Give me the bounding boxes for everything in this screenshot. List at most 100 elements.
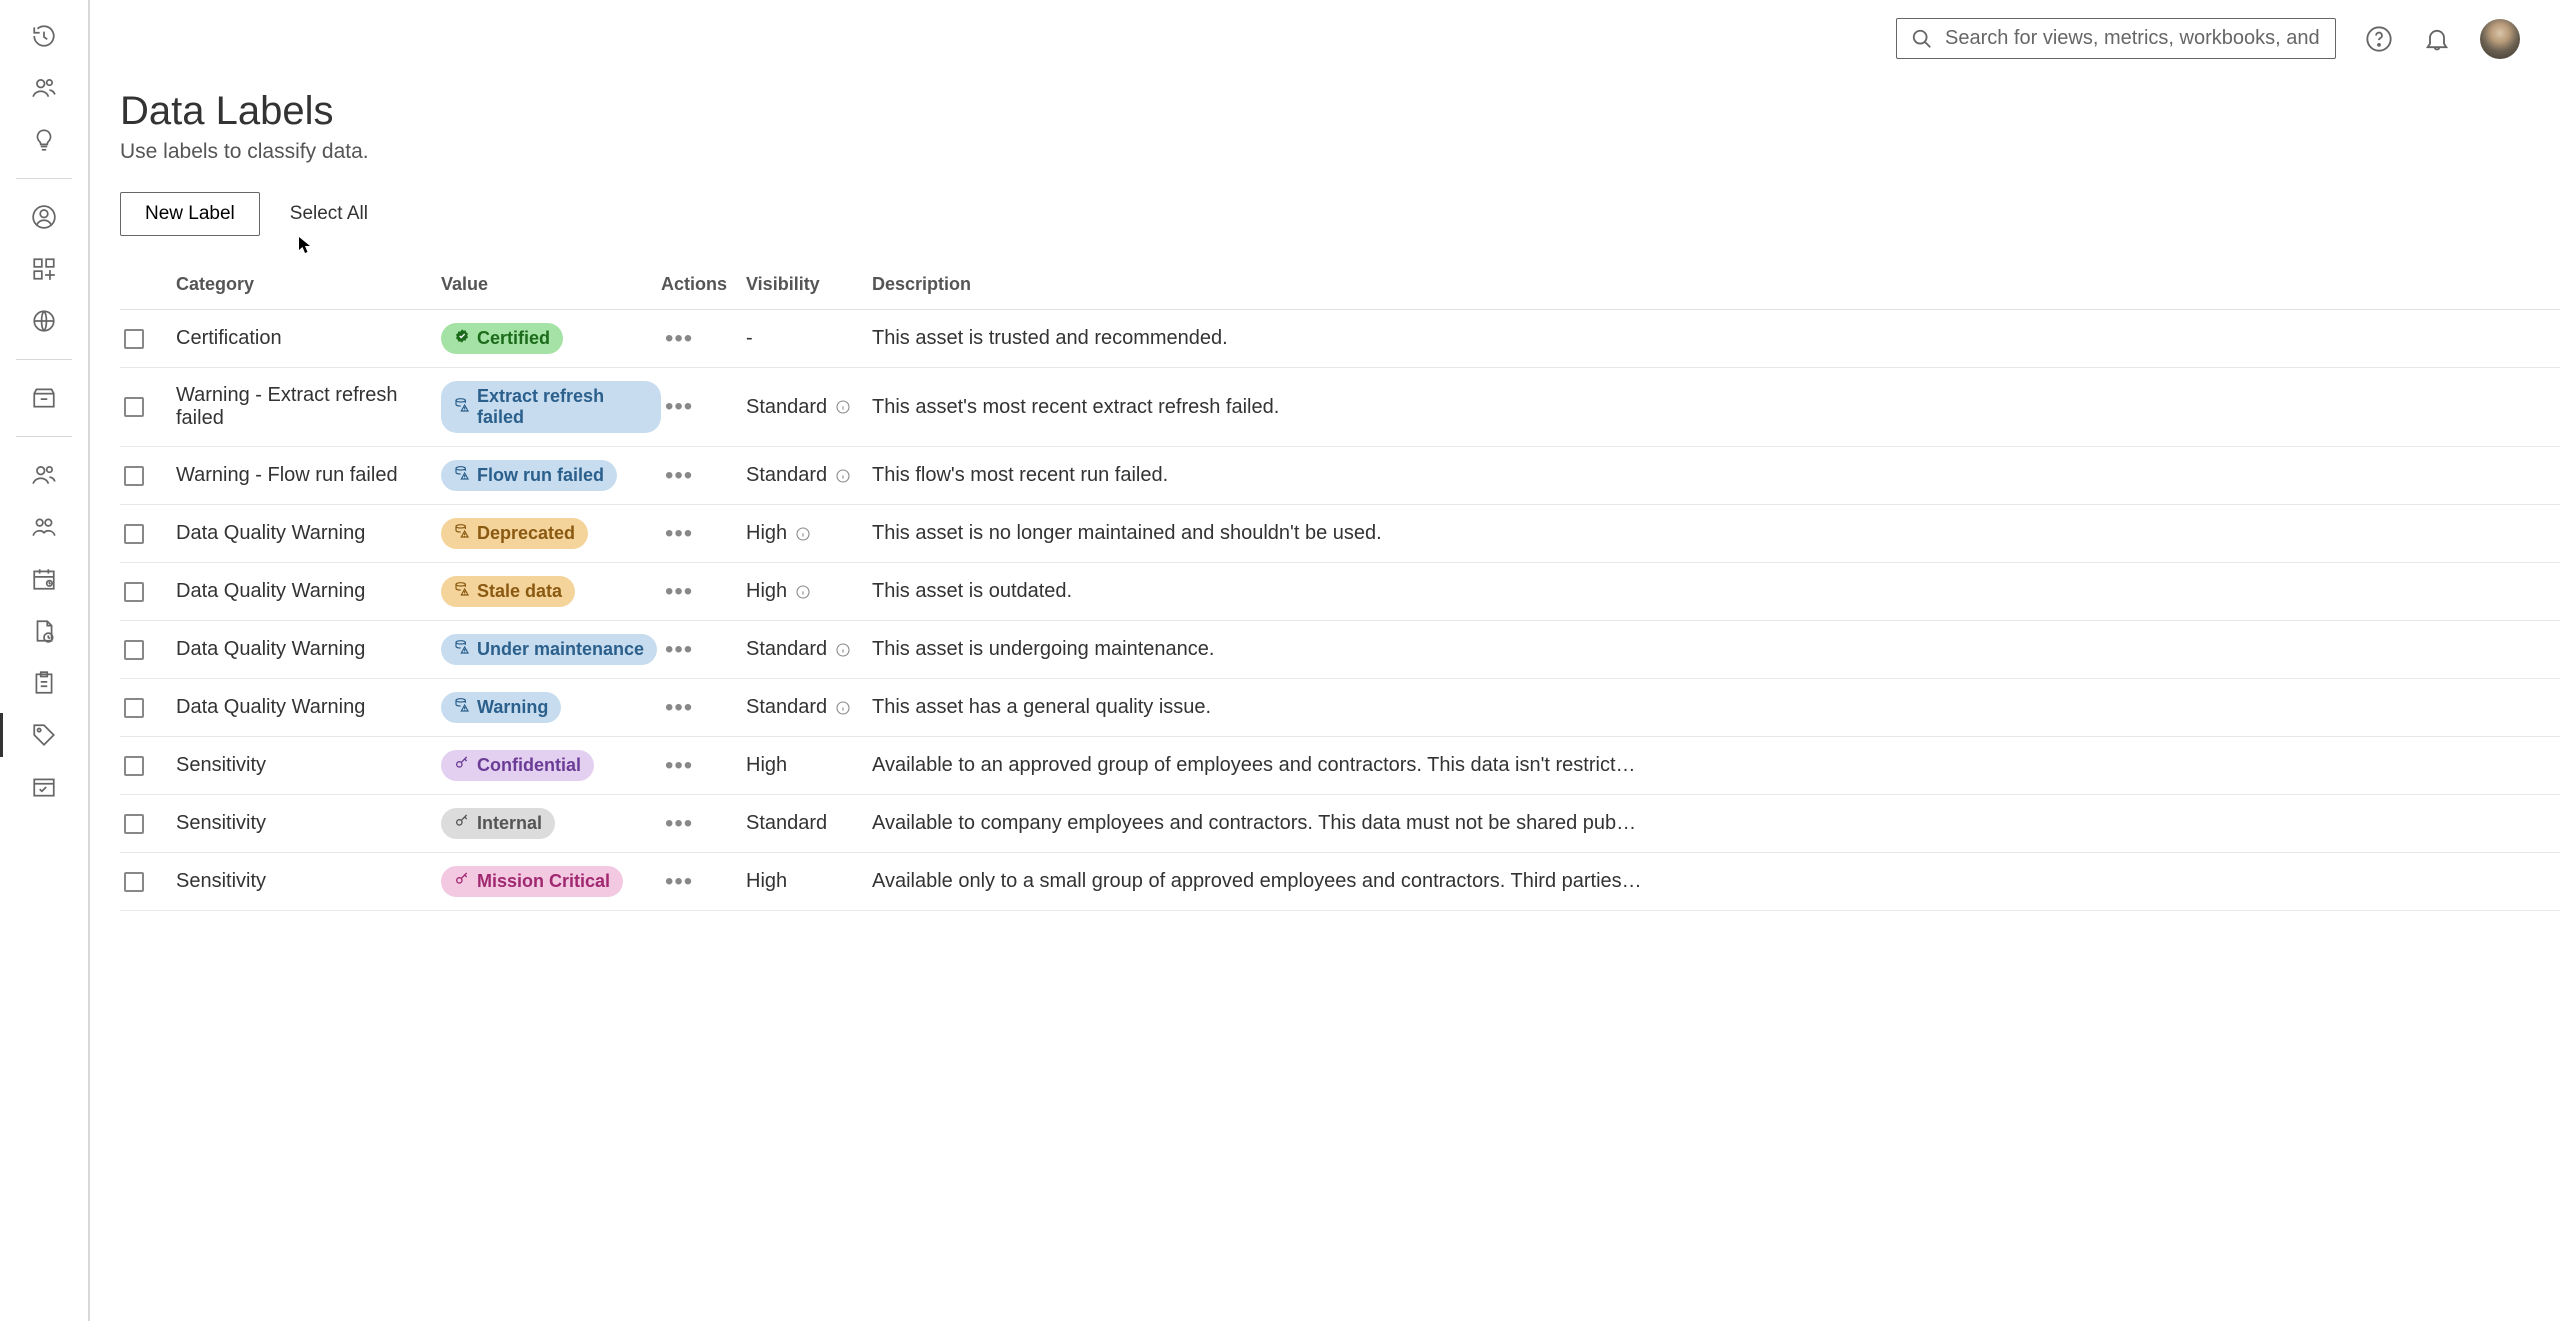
info-icon[interactable]	[835, 399, 851, 415]
row-checkbox[interactable]	[124, 466, 144, 486]
row-visibility: High	[746, 754, 872, 777]
sidebar-divider	[16, 178, 72, 179]
sidebar-divider	[16, 436, 72, 437]
sidebar-globe-icon[interactable]	[22, 299, 66, 343]
sidebar-history-icon[interactable]	[22, 14, 66, 58]
badge-text: Under maintenance	[477, 639, 644, 660]
table-header: Category Value Actions Visibility Descri…	[120, 260, 2560, 310]
row-actions-menu[interactable]: •••	[661, 325, 746, 353]
badge-text: Certified	[477, 328, 550, 349]
row-checkbox[interactable]	[124, 329, 144, 349]
col-description[interactable]: Description	[872, 274, 2560, 295]
badge-icon	[454, 397, 470, 418]
avatar[interactable]	[2480, 19, 2520, 59]
row-description: This asset is undergoing maintenance.	[872, 638, 2560, 661]
row-checkbox[interactable]	[124, 524, 144, 544]
row-actions-menu[interactable]: •••	[661, 694, 746, 722]
row-category: Certification	[176, 327, 441, 350]
row-checkbox[interactable]	[124, 814, 144, 834]
row-checkbox[interactable]	[124, 756, 144, 776]
sidebar-user-icon[interactable]	[22, 195, 66, 239]
value-badge: Extract refresh failed	[441, 381, 661, 433]
badge-icon	[454, 871, 470, 892]
sidebar-apps-icon[interactable]	[22, 247, 66, 291]
badge-icon	[454, 465, 470, 486]
row-actions-menu[interactable]: •••	[661, 393, 746, 421]
row-checkbox[interactable]	[124, 698, 144, 718]
value-badge: Under maintenance	[441, 634, 657, 665]
row-visibility: -	[746, 327, 872, 350]
row-category: Sensitivity	[176, 812, 441, 835]
info-icon[interactable]	[835, 642, 851, 658]
main-content: Data Labels Use labels to classify data.…	[90, 0, 2560, 1321]
col-category[interactable]: Category	[176, 274, 441, 295]
row-actions-menu[interactable]: •••	[661, 868, 746, 896]
row-category: Data Quality Warning	[176, 696, 441, 719]
badge-text: Flow run failed	[477, 465, 604, 486]
sidebar-groups-icon[interactable]	[22, 505, 66, 549]
table-row: Data Quality WarningWarning•••StandardTh…	[120, 679, 2560, 737]
badge-icon	[454, 755, 470, 776]
value-badge: Certified	[441, 323, 563, 354]
row-visibility: Standard	[746, 696, 872, 719]
row-actions-menu[interactable]: •••	[661, 578, 746, 606]
sidebar-clipboard-icon[interactable]	[22, 661, 66, 705]
row-visibility: Standard	[746, 812, 872, 835]
info-icon[interactable]	[835, 700, 851, 716]
row-category: Warning - Flow run failed	[176, 464, 441, 487]
row-description: Available to an approved group of employ…	[872, 754, 2560, 777]
value-badge: Warning	[441, 692, 561, 723]
row-description: This asset is trusted and recommended.	[872, 327, 2560, 350]
new-label-button[interactable]: New Label	[120, 192, 260, 236]
row-checkbox[interactable]	[124, 872, 144, 892]
search-box[interactable]	[1896, 18, 2336, 59]
sidebar-file-time-icon[interactable]	[22, 609, 66, 653]
row-category: Sensitivity	[176, 754, 441, 777]
search-icon	[1911, 28, 1933, 50]
notifications-icon[interactable]	[2422, 24, 2452, 54]
sidebar-people-icon[interactable]	[22, 453, 66, 497]
badge-icon	[454, 813, 470, 834]
value-badge: Internal	[441, 808, 555, 839]
help-icon[interactable]	[2364, 24, 2394, 54]
info-icon[interactable]	[835, 468, 851, 484]
sidebar-users-icon[interactable]	[22, 66, 66, 110]
row-checkbox[interactable]	[124, 397, 144, 417]
labels-table: Category Value Actions Visibility Descri…	[120, 260, 2560, 1321]
sidebar-tag-icon[interactable]	[22, 713, 66, 757]
row-visibility: Standard	[746, 396, 872, 419]
row-visibility: High	[746, 870, 872, 893]
info-icon[interactable]	[795, 584, 811, 600]
row-actions-menu[interactable]: •••	[661, 752, 746, 780]
search-input[interactable]	[1945, 27, 2321, 50]
badge-icon	[454, 639, 470, 660]
sidebar-divider	[16, 359, 72, 360]
row-actions-menu[interactable]: •••	[661, 462, 746, 490]
sidebar-settings-icon[interactable]	[22, 765, 66, 809]
row-visibility: Standard	[746, 464, 872, 487]
value-badge: Flow run failed	[441, 460, 617, 491]
badge-text: Stale data	[477, 581, 562, 602]
badge-icon	[454, 523, 470, 544]
row-description: This flow's most recent run failed.	[872, 464, 2560, 487]
sidebar-lightbulb-icon[interactable]	[22, 118, 66, 162]
row-actions-menu[interactable]: •••	[661, 810, 746, 838]
row-actions-menu[interactable]: •••	[661, 520, 746, 548]
sidebar-archive-icon[interactable]	[22, 376, 66, 420]
table-row: Data Quality Warning Under maintenance •••…	[120, 621, 2560, 679]
row-visibility: High	[746, 580, 872, 603]
info-icon[interactable]	[795, 526, 811, 542]
row-actions-menu[interactable]: •••	[661, 636, 746, 664]
col-actions[interactable]: Actions	[661, 274, 746, 295]
table-row: SensitivityInternal•••StandardAvailable …	[120, 795, 2560, 853]
row-checkbox[interactable]	[124, 582, 144, 602]
sidebar-schedule-icon[interactable]	[22, 557, 66, 601]
select-all-link[interactable]: Select All	[290, 203, 368, 225]
row-category: Data Quality Warning	[176, 638, 441, 661]
col-visibility[interactable]: Visibility	[746, 274, 872, 295]
badge-text: Mission Critical	[477, 871, 610, 892]
page-title: Data Labels	[120, 89, 2560, 134]
badge-icon	[454, 581, 470, 602]
row-checkbox[interactable]	[124, 640, 144, 660]
col-value[interactable]: Value	[441, 274, 661, 295]
